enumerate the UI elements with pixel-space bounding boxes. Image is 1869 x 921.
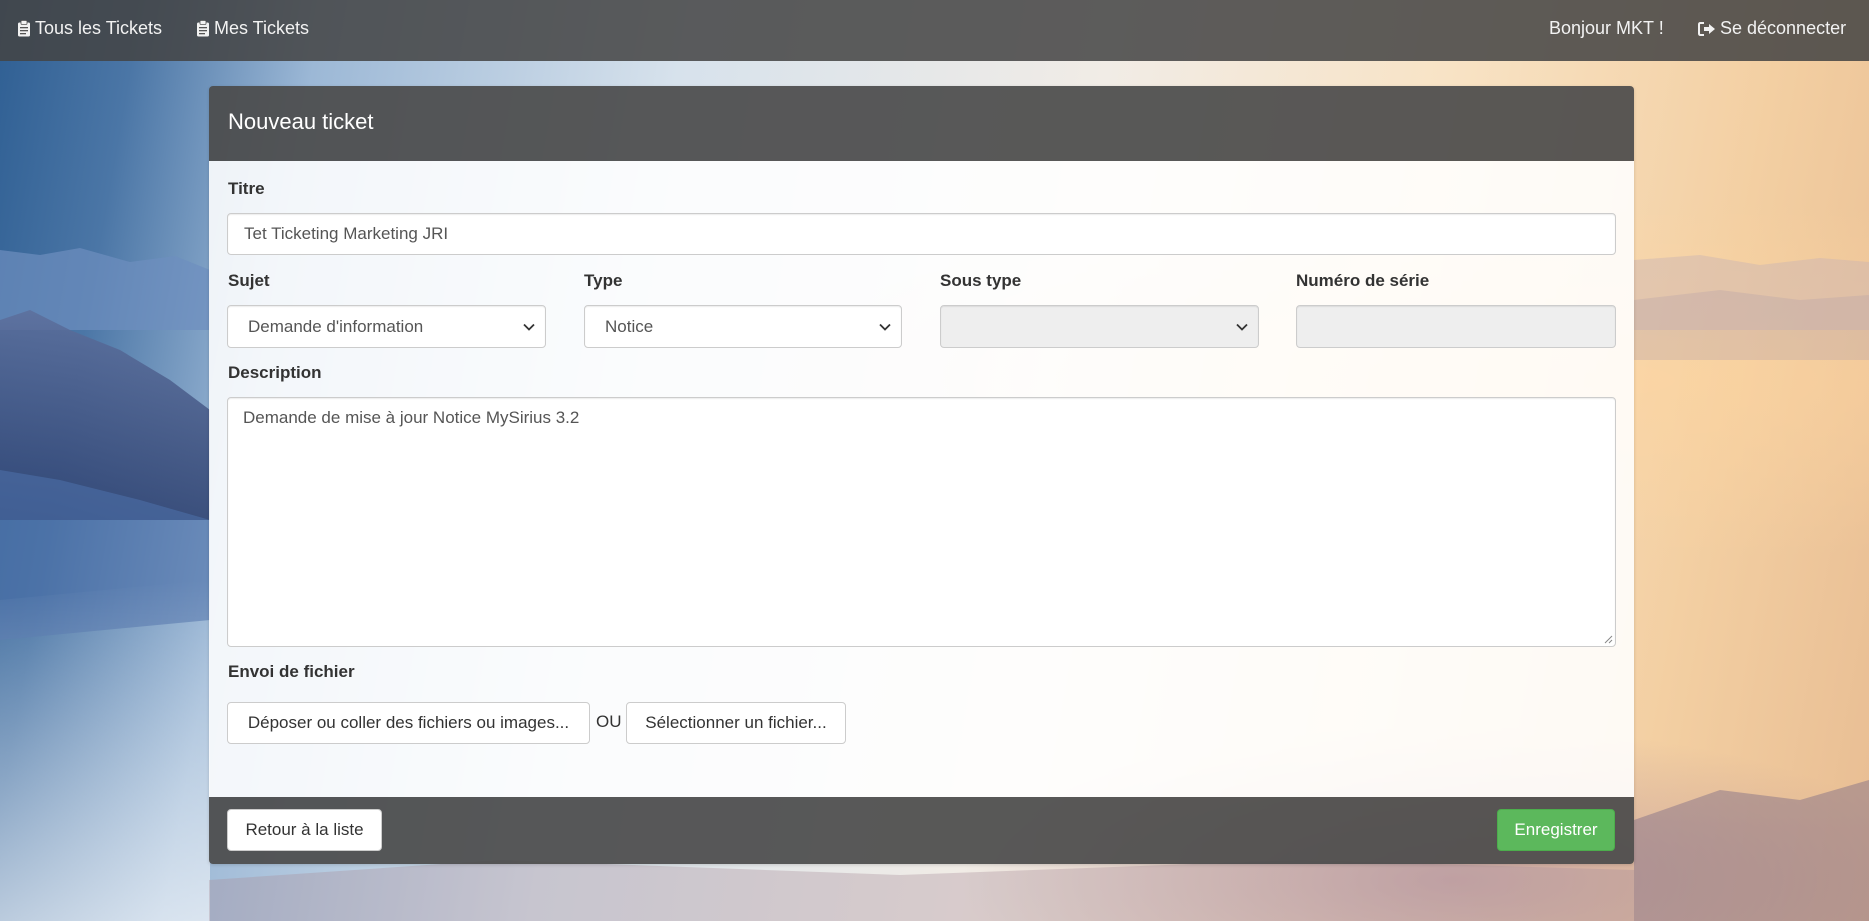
nav-my-tickets-link[interactable]: Mes Tickets: [196, 0, 309, 57]
panel-heading: Nouveau ticket: [209, 86, 1634, 161]
drop-files-button[interactable]: Déposer ou coller des fichiers ou images…: [227, 702, 590, 744]
sous-type-label: Sous type: [940, 271, 1022, 290]
clipboard-icon: [197, 20, 209, 37]
nav-logout-link[interactable]: Se déconnecter: [1698, 0, 1846, 57]
nav-greeting: Bonjour MKT !: [1549, 0, 1664, 57]
sous-type-select[interactable]: [940, 305, 1259, 348]
top-navbar: Tous les Tickets Mes Tickets Bonjour MKT…: [0, 0, 1869, 61]
save-button[interactable]: Enregistrer: [1497, 809, 1615, 851]
serial-number-label: Numéro de série: [1296, 271, 1430, 290]
or-separator: OU: [596, 712, 622, 731]
ticket-form: Titre Tet Ticketing Marketing JRI Sujet …: [209, 161, 1634, 797]
panel-footer: Retour à la liste Enregistrer: [209, 797, 1634, 864]
chevron-down-icon: [879, 323, 891, 331]
chevron-down-icon: [523, 323, 535, 331]
nav-all-tickets-label: Tous les Tickets: [35, 18, 163, 38]
clipboard-icon: [18, 20, 30, 37]
logout-label: Se déconnecter: [1720, 18, 1847, 38]
description-textarea[interactable]: Demande de mise à jour Notice MySirius 3…: [227, 397, 1616, 647]
description-label: Description: [228, 363, 322, 382]
page-title: Nouveau ticket: [228, 109, 374, 134]
upload-label: Envoi de fichier: [228, 662, 355, 681]
sujet-select-value: Demande d'information: [248, 316, 424, 336]
type-select-value: Notice: [605, 316, 654, 336]
select-file-button[interactable]: Sélectionner un fichier...: [626, 702, 846, 744]
nav-my-tickets-label: Mes Tickets: [214, 18, 310, 38]
greeting-text: Bonjour MKT !: [1549, 18, 1664, 38]
type-label: Type: [584, 271, 623, 290]
titre-input[interactable]: Tet Ticketing Marketing JRI: [227, 213, 1616, 255]
sujet-select[interactable]: Demande d'information: [227, 305, 546, 348]
new-ticket-panel: Nouveau ticket Titre Tet Ticketing Marke…: [209, 86, 1634, 864]
titre-input-value: Tet Ticketing Marketing JRI: [244, 224, 449, 243]
resize-grip-icon[interactable]: [1604, 635, 1613, 644]
titre-label: Titre: [228, 179, 265, 198]
description-value: Demande de mise à jour Notice MySirius 3…: [243, 408, 580, 427]
chevron-down-icon: [1236, 323, 1248, 331]
type-select[interactable]: Notice: [584, 305, 902, 348]
serial-number-input[interactable]: [1296, 305, 1616, 348]
sujet-label: Sujet: [228, 271, 270, 290]
sign-out-icon: [1698, 21, 1715, 36]
back-to-list-button[interactable]: Retour à la liste: [227, 809, 382, 851]
nav-all-tickets-link[interactable]: Tous les Tickets: [17, 0, 162, 57]
